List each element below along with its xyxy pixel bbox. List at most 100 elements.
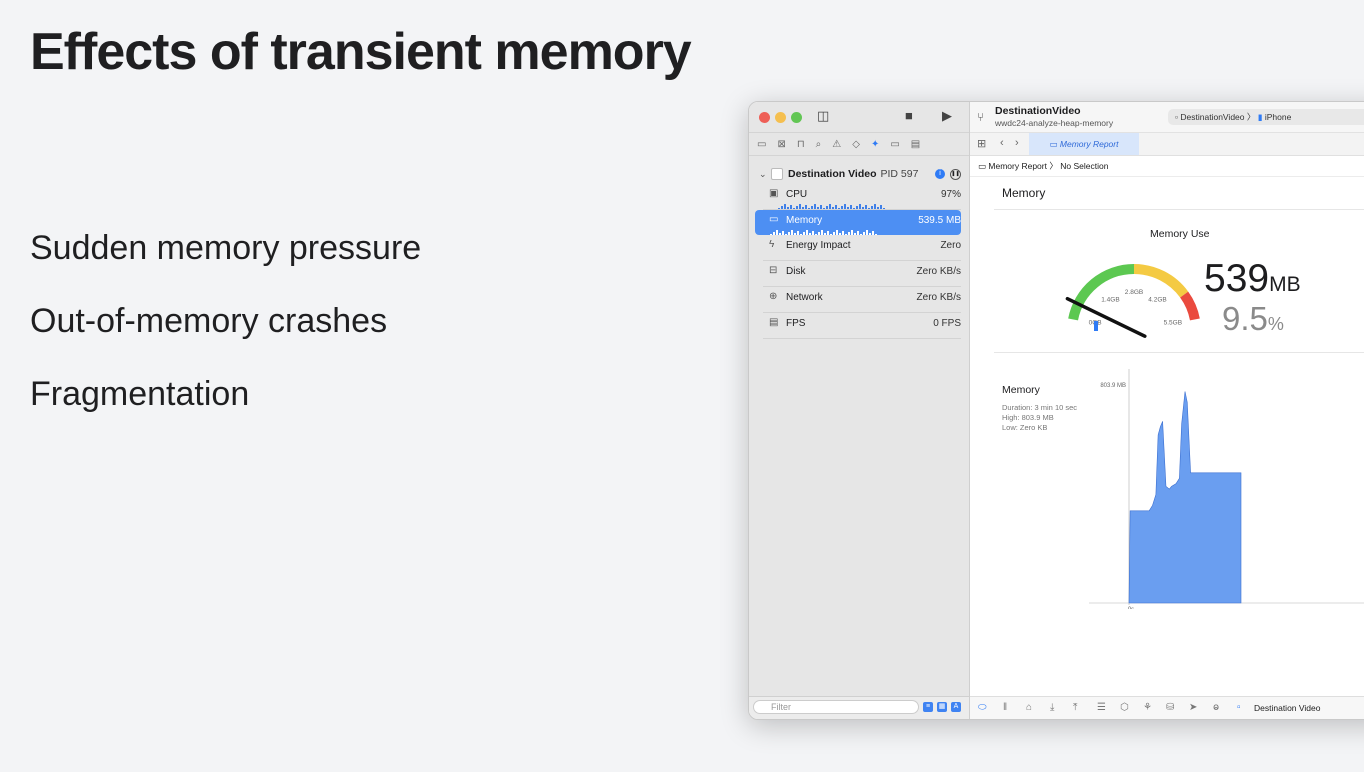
- branch-name[interactable]: wwdc24-analyze-heap-memory: [995, 118, 1113, 128]
- graph-title: Memory: [1002, 384, 1040, 396]
- gauge-value: Zero KB/s: [916, 266, 961, 277]
- jump-bar-item[interactable]: Memory Report: [988, 161, 1047, 171]
- tab-memory-report[interactable]: ▭ Memory Report: [1029, 133, 1139, 155]
- spark-bar: [817, 207, 819, 209]
- gauge-arc: [1180, 291, 1200, 321]
- bullet-item: Sudden memory pressure: [30, 229, 422, 267]
- gauge-value: Zero KB/s: [916, 292, 961, 303]
- divider: [994, 209, 1364, 210]
- run-icon[interactable]: ▶: [942, 108, 952, 124]
- folder-icon[interactable]: ▭: [757, 139, 766, 150]
- environment-icon[interactable]: ⚘: [1143, 702, 1152, 713]
- view-hierarchy-icon[interactable]: ☰: [1097, 702, 1106, 713]
- step-into-icon[interactable]: ⤓: [1050, 702, 1054, 713]
- test-icon[interactable]: ◇: [852, 139, 860, 150]
- location-icon[interactable]: ➤: [1189, 702, 1197, 713]
- disk-icon: ⊟: [769, 265, 778, 276]
- graph-max-label: 803.9 MB: [1100, 383, 1126, 389]
- slide-title: Effects of transient memory: [30, 23, 692, 81]
- minimize-window-button[interactable]: [775, 112, 786, 123]
- metrics-icon[interactable]: ⱺ: [1213, 702, 1219, 713]
- debug-bar: ⬭ ‖ ⌂ ⤓ ⤒ ☰ ⬡ ⚘ ⛁ ➤ ⱺ ▫ Destination Vide…: [970, 696, 1364, 719]
- filter-option-icon[interactable]: ≡: [923, 702, 933, 712]
- forward-icon[interactable]: ›: [1015, 137, 1019, 149]
- scheme-selector[interactable]: ▫ DestinationVideo 〉 ▮ iPhone: [1168, 109, 1364, 125]
- process-pid: PID 597: [880, 168, 919, 180]
- film-icon: ▤: [769, 317, 779, 328]
- filter-option-icon[interactable]: ▦: [937, 702, 947, 712]
- spark-bar: [883, 208, 885, 209]
- gauge-tick-label: 5.5GB: [1164, 320, 1182, 327]
- spark-bar: [871, 206, 873, 209]
- bullet-item: Out-of-memory crashes: [30, 302, 388, 340]
- source-control-icon[interactable]: ⊠: [777, 139, 785, 150]
- gauge-needle: [1065, 296, 1147, 338]
- object-graph-icon[interactable]: ⬡: [1120, 702, 1129, 713]
- spark-bar: [811, 206, 813, 209]
- spark-bar: [841, 206, 843, 209]
- percent-readout: 9.5%: [1222, 300, 1284, 338]
- back-icon[interactable]: ‹: [1000, 137, 1004, 149]
- spark-bar: [865, 205, 867, 209]
- step-over-icon[interactable]: ⌂: [1026, 702, 1032, 713]
- gauge-memory[interactable]: ▭ Memory 539.5 MB: [755, 210, 961, 235]
- spark-bar: [853, 208, 855, 209]
- memory-graph-icon[interactable]: ⛁: [1166, 702, 1174, 713]
- spark-bar: [805, 205, 807, 209]
- issue-icon[interactable]: ⚠: [832, 139, 841, 150]
- close-window-button[interactable]: [759, 112, 770, 123]
- process-name: Destination Video: [788, 168, 877, 180]
- gauge-label: FPS: [786, 318, 806, 329]
- report-icon[interactable]: ▤: [911, 139, 920, 150]
- bolt-icon: ϟ: [769, 239, 775, 250]
- percent-value: 9.5: [1222, 300, 1268, 337]
- gauge-label: Disk: [786, 266, 806, 277]
- step-out-icon[interactable]: ⤒: [1073, 702, 1077, 713]
- sidebar-toggle-icon[interactable]: ◫: [817, 108, 829, 124]
- filter-bar: ⊜ Filter ≡ ▦ A: [749, 696, 969, 719]
- memory-report: Memory Memory Use 0GB1.4GB2.8GB4.2GB5.5G…: [994, 177, 1364, 609]
- breakpoint-icon[interactable]: ▭: [890, 139, 899, 150]
- tab-bar: ⊞ ‹ › ▭ Memory Report: [970, 133, 1364, 156]
- percent-unit: %: [1267, 314, 1284, 334]
- gauge-disk[interactable]: ⊟ Disk Zero KB/s: [763, 261, 961, 287]
- pause-icon[interactable]: ‖: [1003, 702, 1007, 713]
- branch-icon: ⑂: [977, 110, 985, 124]
- memory-gauge: 0GB1.4GB2.8GB4.2GB5.5GB: [1065, 264, 1200, 338]
- spark-bar: [790, 205, 792, 209]
- gauge-energy[interactable]: ϟ Energy Impact Zero: [763, 235, 961, 261]
- gauge-tick-label: 1.4GB: [1101, 297, 1119, 304]
- graph-low: Low: Zero KB: [1002, 423, 1048, 432]
- process-row[interactable]: ⌄ Destination Video PID 597 i ❚❚: [749, 164, 969, 184]
- graph-origin-label: 0s: [1128, 607, 1134, 609]
- section-title: Memory: [1002, 186, 1046, 200]
- phone-icon: ▮: [1257, 112, 1263, 122]
- scheme-device: iPhone: [1264, 112, 1292, 122]
- chevron-down-icon[interactable]: ⌄: [759, 169, 771, 180]
- filter-option-icon[interactable]: A: [951, 702, 961, 712]
- graph-stats: Duration: 3 min 10 sec High: 803.9 MB Lo…: [1002, 403, 1077, 433]
- grid-icon[interactable]: ⊞: [977, 137, 986, 150]
- gauge-fps[interactable]: ▤ FPS 0 FPS: [763, 313, 961, 339]
- app-icon: ▫: [1175, 112, 1179, 122]
- zoom-window-button[interactable]: [791, 112, 802, 123]
- tab-label: Memory Report: [1059, 139, 1119, 149]
- filter-input[interactable]: Filter: [753, 700, 919, 714]
- spark-bar: [781, 206, 783, 209]
- info-icon[interactable]: i: [935, 169, 945, 179]
- pause-icon[interactable]: ❚❚: [950, 168, 961, 180]
- breakpoint-toggle-icon[interactable]: ⬭: [978, 702, 987, 713]
- jump-bar-item[interactable]: No Selection: [1060, 161, 1108, 171]
- app-icon: [771, 168, 783, 180]
- cpu-icon: ▣: [769, 188, 779, 199]
- gauge-network[interactable]: ⊕ Network Zero KB/s: [763, 287, 961, 313]
- stop-icon[interactable]: ■: [905, 108, 913, 123]
- bookmark-icon[interactable]: ⊓: [797, 139, 805, 150]
- memory-graph: 803.9 MB 0s: [1089, 369, 1364, 609]
- debug-navigator-icon[interactable]: ✦: [871, 139, 879, 150]
- gauge-label: Network: [786, 292, 823, 303]
- gauge-cpu[interactable]: ▣ CPU 97%: [763, 184, 961, 210]
- find-icon[interactable]: ⌕: [816, 139, 822, 150]
- spark-bar: [874, 204, 876, 209]
- gauge-label: Memory: [786, 215, 823, 226]
